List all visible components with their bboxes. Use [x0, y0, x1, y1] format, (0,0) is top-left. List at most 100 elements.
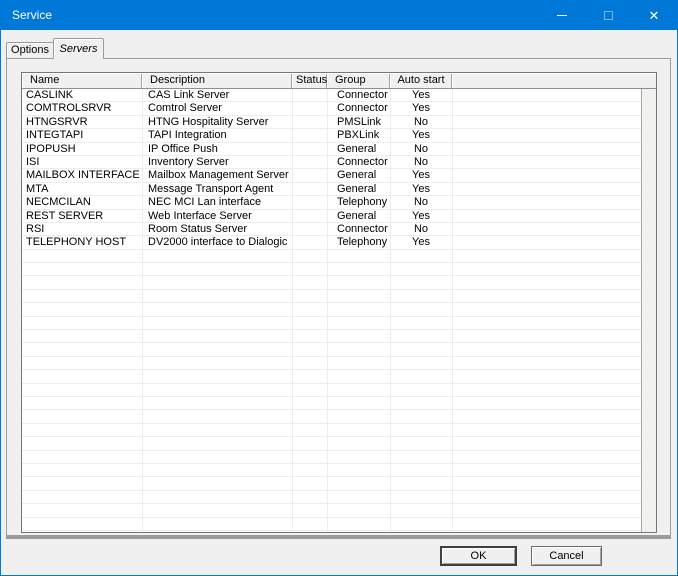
cell-status	[292, 183, 327, 195]
cell-name: MTA	[22, 183, 142, 195]
column-header-group[interactable]: Group	[327, 73, 390, 88]
cell-status	[292, 236, 327, 248]
table-row[interactable]: INTEGTAPITAPI IntegrationPBXLinkYes	[22, 129, 656, 142]
cell-status	[292, 156, 327, 168]
cell-name: REST SERVER	[22, 210, 142, 222]
gridline-vertical	[327, 89, 328, 532]
cell-auto-start: Yes	[390, 169, 452, 181]
cell-auto-start: Yes	[390, 236, 452, 248]
cell-description: HTNG Hospitality Server	[142, 116, 292, 128]
empty-row	[22, 451, 656, 464]
cell-name: HTNGSRVR	[22, 116, 142, 128]
empty-row	[22, 370, 656, 383]
cell-name: COMTROLSRVR	[22, 102, 142, 114]
minimize-button[interactable]	[539, 0, 585, 30]
titlebar: Service ✕	[0, 0, 678, 30]
column-header-status[interactable]: Status	[292, 73, 327, 88]
window-controls: ✕	[539, 0, 677, 30]
cell-auto-start: Yes	[390, 129, 452, 141]
maximize-button	[585, 0, 631, 30]
cell-status	[292, 89, 327, 101]
cell-group: Connector	[327, 223, 390, 235]
empty-row	[22, 330, 656, 343]
cancel-button[interactable]: Cancel	[531, 546, 602, 566]
empty-row	[22, 263, 656, 276]
gridline-vertical	[390, 89, 391, 532]
column-header-auto-start[interactable]: Auto start	[390, 73, 452, 88]
empty-row	[22, 491, 656, 504]
empty-row	[22, 397, 656, 410]
cell-group: General	[327, 210, 390, 222]
cell-status	[292, 196, 327, 208]
cell-description: IP Office Push	[142, 143, 292, 155]
empty-row	[22, 303, 656, 316]
table-row[interactable]: NECMCILANNEC MCI Lan interfaceTelephonyN…	[22, 196, 656, 209]
ok-button[interactable]: OK	[440, 546, 517, 566]
cell-description: CAS Link Server	[142, 89, 292, 101]
cell-group: Telephony	[327, 236, 390, 248]
table-row[interactable]: MTAMessage Transport AgentGeneralYes	[22, 183, 656, 196]
column-header-filler	[452, 73, 656, 88]
cell-auto-start: Yes	[390, 89, 452, 101]
empty-row	[22, 504, 656, 517]
close-button[interactable]: ✕	[631, 0, 677, 30]
cell-description: Web Interface Server	[142, 210, 292, 222]
table-row[interactable]: MAILBOX INTERFACEMailbox Management Serv…	[22, 169, 656, 182]
cell-auto-start: Yes	[390, 183, 452, 195]
empty-row	[22, 424, 656, 437]
table-row[interactable]: REST SERVERWeb Interface Server GeneralYe…	[22, 210, 656, 223]
cell-name: NECMCILAN	[22, 196, 142, 208]
cell-auto-start: No	[390, 223, 452, 235]
empty-row	[22, 317, 656, 330]
empty-row	[22, 290, 656, 303]
cell-auto-start: Yes	[390, 102, 452, 114]
window-title: Service	[12, 0, 52, 30]
table-row[interactable]: ISIInventory ServerConnectorNo	[22, 156, 656, 169]
cell-group: Connector	[327, 156, 390, 168]
cell-group: General	[327, 143, 390, 155]
empty-row	[22, 343, 656, 356]
cell-description: TAPI Integration	[142, 129, 292, 141]
table-header: NameDescriptionStatusGroupAuto start	[22, 73, 656, 89]
service-dialog: Service ✕ Options Servers NameDescriptio…	[0, 0, 678, 576]
empty-row	[22, 250, 656, 263]
cell-auto-start: No	[390, 116, 452, 128]
tab-options[interactable]: Options	[6, 42, 54, 58]
empty-row	[22, 531, 656, 532]
gridline-vertical	[452, 89, 453, 532]
cell-status	[292, 223, 327, 235]
minimize-icon	[557, 15, 567, 16]
servers-table: NameDescriptionStatusGroupAuto start CAS…	[21, 72, 657, 533]
empty-row	[22, 276, 656, 289]
maximize-icon	[604, 11, 613, 20]
cell-status	[292, 129, 327, 141]
cell-auto-start: Yes	[390, 210, 452, 222]
cell-description: Inventory Server	[142, 156, 292, 168]
cell-name: IPOPUSH	[22, 143, 142, 155]
cell-group: Telephony	[327, 196, 390, 208]
table-row[interactable]: CASLINKCAS Link ServerConnectorYes	[22, 89, 656, 102]
empty-row	[22, 464, 656, 477]
cell-status	[292, 102, 327, 114]
gridline-vertical	[142, 89, 143, 532]
table-row[interactable]: TELEPHONY HOSTDV2000 interface to Dialog…	[22, 236, 656, 249]
empty-row	[22, 477, 656, 490]
cell-status	[292, 143, 327, 155]
column-header-description[interactable]: Description	[142, 73, 292, 88]
cell-description: NEC MCI Lan interface	[142, 196, 292, 208]
cell-group: General	[327, 183, 390, 195]
column-header-name[interactable]: Name	[22, 73, 142, 88]
table-row[interactable]: COMTROLSRVRComtrol ServerConnectorYes	[22, 102, 656, 115]
cell-group: PBXLink	[327, 129, 390, 141]
cell-description: Mailbox Management Server	[142, 169, 292, 181]
cell-name: CASLINK	[22, 89, 142, 101]
cell-name: RSI	[22, 223, 142, 235]
table-row[interactable]: RSIRoom Status ServerConnectorNo	[22, 223, 656, 236]
cell-status	[292, 169, 327, 181]
cell-description: Comtrol Server	[142, 102, 292, 114]
tab-servers[interactable]: Servers	[53, 38, 104, 59]
empty-row	[22, 357, 656, 370]
table-row[interactable]: HTNGSRVRHTNG Hospitality ServerPMSLinkNo	[22, 116, 656, 129]
cell-name: MAILBOX INTERFACE	[22, 169, 142, 181]
table-row[interactable]: IPOPUSHIP Office PushGeneralNo	[22, 143, 656, 156]
